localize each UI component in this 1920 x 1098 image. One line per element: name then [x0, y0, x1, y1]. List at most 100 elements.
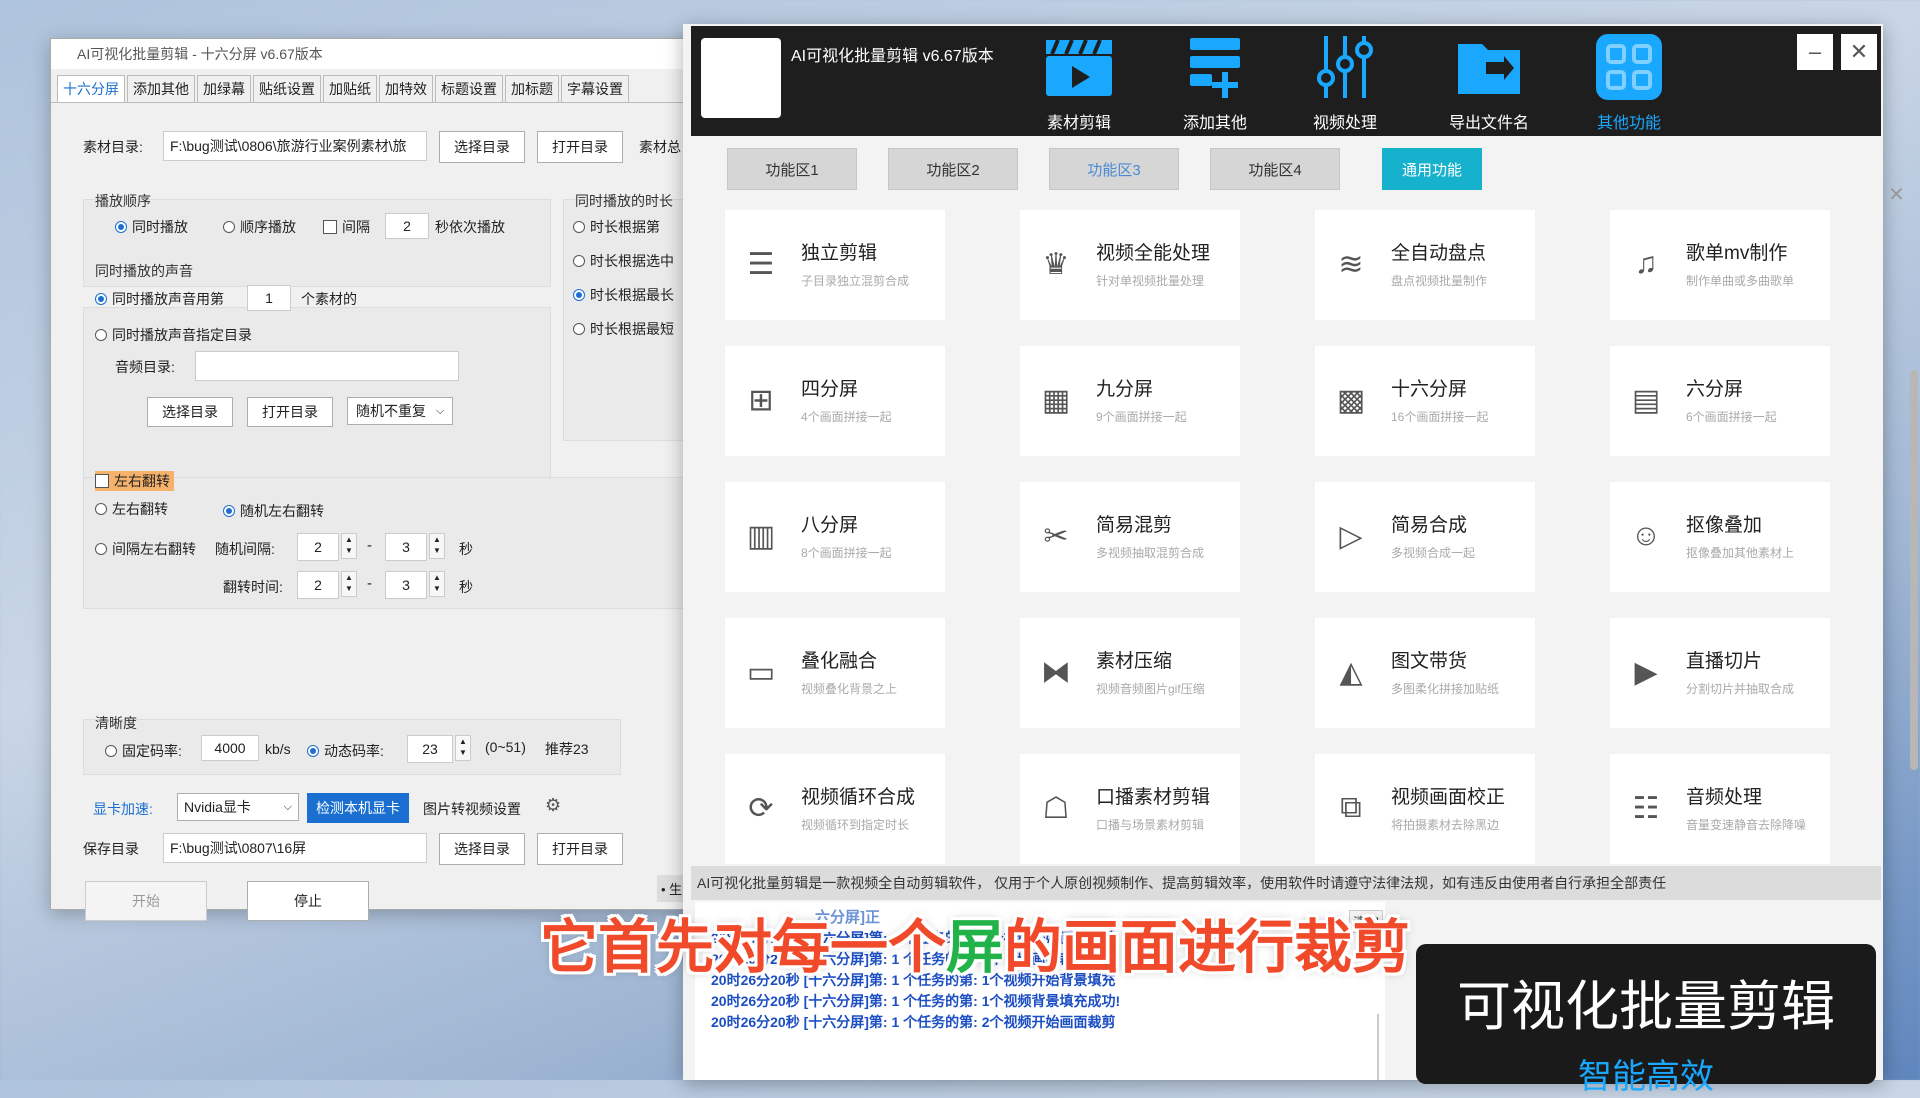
save-select-dir-button[interactable]: 选择目录 — [439, 833, 525, 865]
radio-interval-flip[interactable]: 间隔左右翻转 — [95, 539, 196, 559]
gpu-select[interactable]: Nvidia显卡 ⌵ — [177, 793, 299, 821]
checkbox-box[interactable] — [323, 220, 337, 234]
function-card[interactable]: ☰ 独立剪辑 子目录独立混剪合成 — [725, 210, 945, 320]
background-close-icon[interactable]: ✕ — [1888, 182, 1905, 207]
random-interval-from-stepper[interactable]: ▲ ▼ — [341, 533, 357, 559]
radio-dynamic-bitrate[interactable]: 动态码率: — [307, 741, 384, 761]
radio-dot[interactable] — [573, 255, 585, 267]
nav-material-edit[interactable]: 素材剪辑 — [1029, 34, 1129, 133]
minimize-button[interactable]: – — [1797, 34, 1833, 70]
radio-flip[interactable]: 左右翻转 — [95, 499, 168, 519]
radio-dot[interactable] — [223, 505, 235, 517]
tab-title-settings[interactable]: 标题设置 — [435, 75, 503, 102]
material-select-dir-button[interactable]: 选择目录 — [439, 131, 525, 163]
function-card[interactable]: ♫ 歌单mv制作 制作单曲或多曲歌单 — [1610, 210, 1830, 320]
random-mode-select[interactable]: 随机不重复 ⌵ — [347, 397, 453, 425]
radio-dot[interactable] — [95, 543, 107, 555]
dynamic-bitrate-stepper[interactable]: ▲ ▼ — [455, 735, 471, 761]
tab-greenscreen[interactable]: 加绿幕 — [197, 75, 251, 102]
radio-sound-dir[interactable]: 同时播放声音指定目录 — [95, 325, 252, 345]
dynamic-bitrate-input[interactable]: 23 — [407, 735, 453, 763]
fixed-bitrate-input[interactable]: 4000 — [201, 735, 259, 761]
function-card[interactable]: ⟳ 视频循环合成 视频循环到指定时长 — [725, 754, 945, 864]
stop-button[interactable]: 停止 — [247, 881, 369, 921]
radio-dot[interactable] — [573, 289, 585, 301]
radio-duration-shortest[interactable]: 时长根据最短 — [573, 319, 674, 339]
radio-dot[interactable] — [105, 745, 117, 757]
gear-icon[interactable]: ⚙ — [545, 795, 561, 816]
radio-sequential[interactable]: 顺序播放 — [223, 217, 296, 237]
start-button[interactable]: 开始 — [85, 881, 207, 921]
material-open-dir-button[interactable]: 打开目录 — [537, 131, 623, 163]
save-dir-input[interactable]: F:\bug测试\0807\16屏 — [163, 833, 427, 863]
function-card[interactable]: ▦ 九分屏 9个画面拼接一起 — [1020, 346, 1240, 456]
function-card[interactable]: ▶ 直播切片 分割切片并抽取合成 — [1610, 618, 1830, 728]
function-card[interactable]: ♛ 视频全能处理 针对单视频批量处理 — [1020, 210, 1240, 320]
radio-fixed-bitrate[interactable]: 固定码率: — [105, 741, 182, 761]
interval-checkbox[interactable]: 间隔 — [323, 217, 370, 237]
function-card[interactable]: ☖ 口播素材剪辑 口播与场景素材剪辑 — [1020, 754, 1240, 864]
background-scrollbar[interactable] — [1910, 370, 1918, 770]
tab-function-area-4[interactable]: 功能区4 — [1210, 148, 1340, 190]
flip-time-from-stepper[interactable]: ▲ ▼ — [341, 571, 357, 597]
tab-subtitle-settings[interactable]: 字幕设置 — [561, 75, 629, 102]
flip-time-to[interactable]: 3 — [385, 571, 427, 599]
audio-open-dir-button[interactable]: 打开目录 — [247, 397, 333, 427]
radio-random-flip[interactable]: 随机左右翻转 — [223, 501, 324, 521]
tab-add-sticker[interactable]: 加贴纸 — [323, 75, 377, 102]
sound-nth-input[interactable]: 1 — [247, 285, 291, 311]
tab-general-functions[interactable]: 通用功能 — [1382, 148, 1482, 190]
radio-simultaneous[interactable]: 同时播放 — [115, 217, 188, 237]
nav-video-process[interactable]: 视频处理 — [1295, 34, 1395, 133]
random-interval-to-stepper[interactable]: ▲ ▼ — [429, 533, 445, 559]
function-card[interactable]: ⊞ 四分屏 4个画面拼接一起 — [725, 346, 945, 456]
nav-add-other[interactable]: 添加其他 — [1165, 34, 1265, 133]
tab-add-other[interactable]: 添加其他 — [127, 75, 195, 102]
audio-dir-input[interactable] — [195, 351, 459, 381]
flip-time-from[interactable]: 2 — [297, 571, 339, 599]
log-scrollbar[interactable] — [1377, 1014, 1379, 1080]
radio-dot[interactable] — [95, 329, 107, 341]
nav-other-functions[interactable]: 其他功能 — [1579, 34, 1679, 133]
checkbox-box[interactable] — [95, 474, 109, 488]
tab-function-area-2[interactable]: 功能区2 — [888, 148, 1018, 190]
random-interval-from[interactable]: 2 — [297, 533, 339, 561]
flip-time-to-stepper[interactable]: ▲ ▼ — [429, 571, 445, 597]
radio-dot[interactable] — [307, 745, 319, 757]
radio-dot[interactable] — [115, 221, 127, 233]
audio-select-dir-button[interactable]: 选择目录 — [147, 397, 233, 427]
function-card[interactable]: ▩ 十六分屏 16个画面拼接一起 — [1315, 346, 1535, 456]
function-card[interactable]: ▭ 叠化融合 视频叠化背景之上 — [725, 618, 945, 728]
detect-gpu-button[interactable]: 检测本机显卡 — [307, 793, 409, 823]
function-card[interactable]: ▥ 八分屏 8个画面拼接一起 — [725, 482, 945, 592]
radio-duration-nth[interactable]: 时长根据第 — [573, 217, 660, 237]
function-card[interactable]: ▷ 简易合成 多视频合成一起 — [1315, 482, 1535, 592]
radio-dot[interactable] — [223, 221, 235, 233]
nav-export-filename[interactable]: 导出文件名 — [1439, 34, 1539, 133]
image-to-video-settings[interactable]: 图片转视频设置 — [423, 799, 521, 819]
radio-dot[interactable] — [95, 503, 107, 515]
function-card[interactable]: ☷ 音频处理 音量变速静音去除降噪 — [1610, 754, 1830, 864]
save-open-dir-button[interactable]: 打开目录 — [537, 833, 623, 865]
flip-checkbox[interactable]: 左右翻转 — [95, 471, 174, 491]
function-card[interactable]: ≋ 全自动盘点 盘点视频批量制作 — [1315, 210, 1535, 320]
interval-seconds-input[interactable]: 2 — [385, 213, 429, 239]
function-card[interactable]: ☺ 抠像叠加 抠像叠加其他素材上 — [1610, 482, 1830, 592]
radio-duration-longest[interactable]: 时长根据最长 — [573, 285, 674, 305]
function-card[interactable]: ▤ 六分屏 6个画面拼接一起 — [1610, 346, 1830, 456]
tab-sticker-settings[interactable]: 贴纸设置 — [253, 75, 321, 102]
material-dir-input[interactable]: F:\bug测试\0806\旅游行业案例素材\旅 — [163, 131, 427, 161]
tab-add-effect[interactable]: 加特效 — [379, 75, 433, 102]
function-card[interactable]: ⧉ 视频画面校正 将拍摄素材去除黑边 — [1315, 754, 1535, 864]
function-card[interactable]: ◭ 图文带货 多图柔化拼接加贴纸 — [1315, 618, 1535, 728]
function-card[interactable]: ⧓ 素材压缩 视频音频图片gif压缩 — [1020, 618, 1240, 728]
radio-duration-selected[interactable]: 时长根据选中 — [573, 251, 674, 271]
tab-function-area-3[interactable]: 功能区3 — [1049, 148, 1179, 190]
radio-dot[interactable] — [95, 293, 107, 305]
radio-sound-nth[interactable]: 同时播放声音用第 — [95, 289, 224, 309]
tab-sixteen-split[interactable]: 十六分屏 — [57, 75, 125, 102]
random-interval-to[interactable]: 3 — [385, 533, 427, 561]
function-card[interactable]: ✂ 简易混剪 多视频抽取混剪合成 — [1020, 482, 1240, 592]
radio-dot[interactable] — [573, 221, 585, 233]
radio-dot[interactable] — [573, 323, 585, 335]
